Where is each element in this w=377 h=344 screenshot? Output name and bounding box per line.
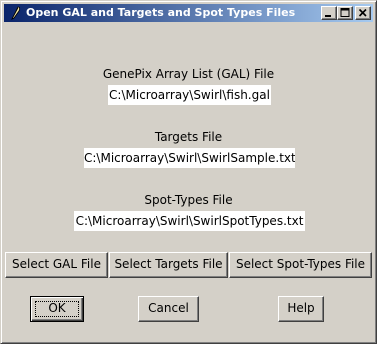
select-gal-file-button[interactable]: Select GAL File <box>5 252 108 278</box>
feather-icon <box>7 5 23 21</box>
spot-types-file-label: Spot-Types File <box>144 193 233 207</box>
close-icon <box>358 8 367 17</box>
ok-button[interactable]: OK <box>30 296 84 322</box>
gal-file-path: C:\Microarray\Swirl\fish.gal <box>108 85 271 105</box>
minimize-icon <box>325 15 331 17</box>
title-bar[interactable]: Open GAL and Targets and Spot Types File… <box>4 4 373 22</box>
window-title: Open GAL and Targets and Spot Types File… <box>26 6 296 19</box>
close-button[interactable] <box>355 6 371 20</box>
dialog-window: Open GAL and Targets and Spot Types File… <box>0 0 377 344</box>
minimize-button[interactable] <box>321 6 337 20</box>
help-button[interactable]: Help <box>278 296 324 322</box>
targets-file-path: C:\Microarray\Swirl\SwirlSample.txt <box>84 148 295 168</box>
maximize-icon <box>340 8 350 17</box>
targets-file-label: Targets File <box>154 130 223 144</box>
maximize-button[interactable] <box>337 6 353 20</box>
gal-file-label: GenePix Array List (GAL) File <box>102 67 275 81</box>
ok-button-label: OK <box>48 301 66 315</box>
select-spot-types-file-button[interactable]: Select Spot-Types File <box>229 252 372 278</box>
spot-types-file-path: C:\Microarray\Swirl\SwirlSpotTypes.txt <box>74 211 305 231</box>
cancel-button[interactable]: Cancel <box>138 296 199 322</box>
select-targets-file-button[interactable]: Select Targets File <box>109 252 228 278</box>
